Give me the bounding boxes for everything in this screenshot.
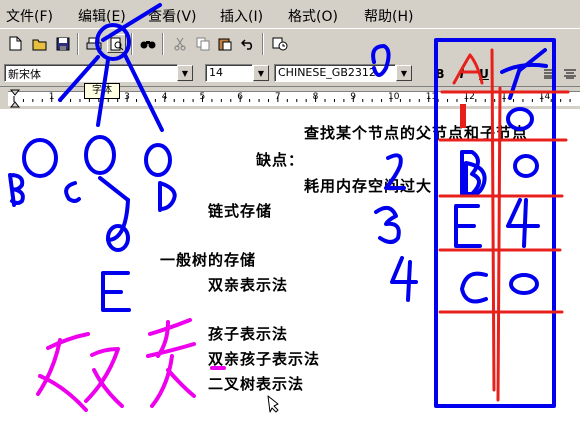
magenta-handwriting — [36, 318, 226, 412]
mouse-cursor-icon — [267, 395, 279, 413]
blue-tree-drawing — [8, 3, 556, 408]
annotation-overlay — [8, 3, 570, 413]
